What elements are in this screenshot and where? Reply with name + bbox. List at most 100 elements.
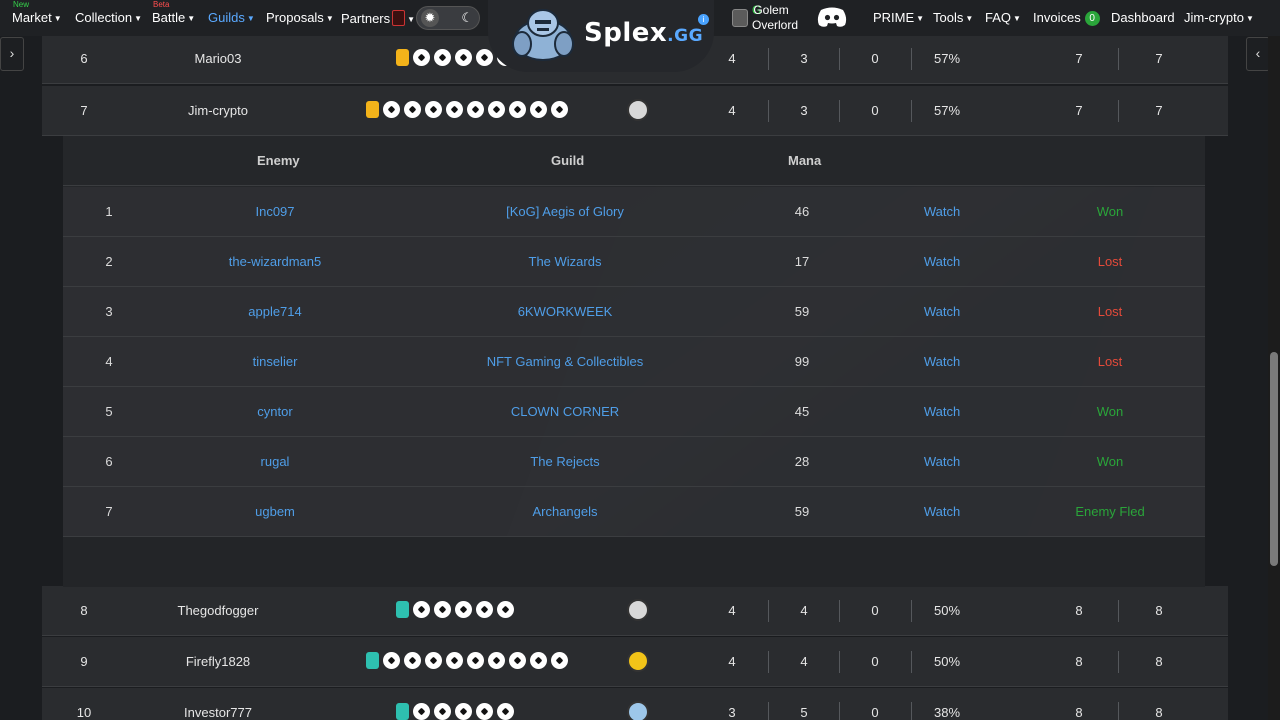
stat-col-5: 8: [1155, 705, 1163, 720]
enemy-guild-link[interactable]: Archangels: [532, 487, 597, 537]
right-sidebar-toggle[interactable]: ‹: [1246, 37, 1270, 71]
splinter-icons: [396, 703, 514, 720]
watch-link[interactable]: Watch: [924, 237, 960, 287]
element-icon: [476, 601, 493, 618]
nav-guilds-label: Guilds: [208, 10, 245, 25]
stat-col-3: 0: [871, 603, 879, 618]
column-divider: [911, 100, 912, 122]
mana-column-header: Mana: [788, 153, 822, 168]
element-icon: [446, 101, 463, 118]
nav-prime[interactable]: PRIME ▼: [873, 10, 924, 25]
member-row[interactable]: 8 Thegodfogger 4 4 0 50% 8 8: [42, 586, 1228, 636]
nav-collection[interactable]: Collection ▼: [75, 10, 142, 25]
stat-col-1: 3: [728, 705, 736, 720]
enemy-guild-link[interactable]: The Rejects: [530, 437, 599, 487]
stat-col-2: 4: [800, 603, 808, 618]
enemy-guild-link[interactable]: [KoG] Aegis of Glory: [506, 187, 624, 237]
battle-result: Lost: [1097, 304, 1123, 319]
nav-invoices[interactable]: Invoices 0: [1033, 10, 1100, 26]
column-divider: [911, 600, 912, 622]
member-row[interactable]: 9 Firefly1828 4 4 0 50% 8 8: [42, 637, 1228, 687]
enemy-guild-link[interactable]: 6KWORKWEEK: [518, 287, 613, 337]
enemy-guild-link[interactable]: CLOWN CORNER: [511, 387, 619, 437]
caret-down-icon: ▼: [916, 14, 925, 23]
element-icon: [404, 101, 421, 118]
nav-guilds[interactable]: Guilds ▼: [208, 10, 255, 25]
caret-down-icon: ▼: [1013, 14, 1021, 23]
battle-row: 1 Inc097 [KoG] Aegis of Glory 46 Watch Won: [63, 187, 1205, 237]
element-icon: [509, 652, 526, 669]
element-icon: [425, 652, 442, 669]
enemy-guild-link[interactable]: The Wizards: [529, 237, 602, 287]
golem-logo-icon: [512, 9, 574, 61]
enemy-link[interactable]: Inc097: [255, 187, 294, 237]
element-icon: [530, 101, 547, 118]
column-divider: [1118, 48, 1119, 70]
nav-tools[interactable]: Tools ▼: [933, 10, 973, 25]
site-logo[interactable]: Splex.GG i: [488, 0, 714, 72]
logo-text: Splex: [584, 18, 668, 48]
stat-col-2: 5: [800, 705, 808, 720]
golem-overlord-label[interactable]: GGolem Overlord: [752, 3, 798, 33]
scrollbar-thumb[interactable]: [1270, 352, 1278, 566]
watch-link[interactable]: Watch: [924, 487, 960, 537]
caret-down-icon: ▼: [407, 15, 416, 24]
column-divider: [911, 702, 912, 720]
stat-col-4: 7: [1075, 51, 1083, 66]
element-icon: [497, 703, 514, 720]
enemy-link[interactable]: rugal: [261, 437, 290, 487]
battle-number: 3: [105, 304, 113, 319]
info-icon[interactable]: i: [698, 14, 709, 25]
theme-toggle[interactable]: ✹ ☾: [416, 6, 480, 30]
watch-link[interactable]: Watch: [924, 387, 960, 437]
watch-link[interactable]: Watch: [924, 437, 960, 487]
enemy-link[interactable]: tinselier: [253, 337, 298, 387]
enemy-link[interactable]: apple714: [248, 287, 302, 337]
battle-row: 5 cyntor CLOWN CORNER 45 Watch Won: [63, 387, 1205, 437]
nav-market[interactable]: Market ▼: [12, 10, 62, 25]
discord-icon[interactable]: [816, 6, 848, 28]
member-row[interactable]: 10 Investor777 3 5 0 38% 8 8: [42, 688, 1228, 720]
watch-link[interactable]: Watch: [924, 287, 960, 337]
element-icon: [509, 101, 526, 118]
enemy-link[interactable]: the-wizardman5: [229, 237, 322, 287]
member-rank: 10: [76, 705, 92, 720]
element-icon: [455, 601, 472, 618]
mana-value: 45: [794, 404, 810, 419]
member-rank: 7: [80, 103, 88, 118]
enemy-guild-link[interactable]: NFT Gaming & Collectibles: [487, 337, 644, 387]
member-name: Thegodfogger: [177, 603, 259, 618]
guild-column-header: Guild: [551, 153, 585, 168]
watch-link[interactable]: Watch: [924, 337, 960, 387]
column-divider: [768, 100, 769, 122]
member-name: Investor777: [184, 705, 252, 720]
element-icon: [425, 101, 442, 118]
stat-col-2: 3: [800, 103, 808, 118]
golem-badge-icon: [732, 9, 748, 27]
stat-col-5: 8: [1155, 654, 1163, 669]
nav-user-menu[interactable]: Jim-crypto ▼: [1184, 10, 1254, 25]
member-row[interactable]: 7 Jim-crypto 4 3 0 57% 7 7: [42, 86, 1228, 136]
element-icon: [455, 49, 472, 66]
page-scrollbar[interactable]: [1268, 0, 1280, 720]
enemy-link[interactable]: ugbem: [255, 487, 295, 537]
column-divider: [839, 651, 840, 673]
nav-partners[interactable]: Partners ▼: [341, 10, 415, 26]
left-sidebar-toggle[interactable]: ›: [0, 37, 24, 71]
enemy-link[interactable]: cyntor: [257, 387, 292, 437]
battle-number: 5: [105, 404, 113, 419]
stat-col-3: 0: [871, 51, 879, 66]
watch-link[interactable]: Watch: [924, 187, 960, 237]
nav-dashboard[interactable]: Dashboard: [1111, 10, 1175, 25]
stat-col-4: 8: [1075, 654, 1083, 669]
splinter-icons: [366, 101, 568, 118]
nav-battle[interactable]: Battle ▼: [152, 10, 195, 25]
element-icon: [396, 49, 409, 66]
element-icon: [413, 49, 430, 66]
new-tag: New: [13, 0, 30, 9]
column-divider: [768, 600, 769, 622]
nav-faq[interactable]: FAQ ▼: [985, 10, 1021, 25]
nav-user-label: Jim-crypto: [1184, 10, 1244, 25]
battle-result: Lost: [1097, 354, 1123, 369]
nav-proposals[interactable]: Proposals ▼: [266, 10, 334, 25]
